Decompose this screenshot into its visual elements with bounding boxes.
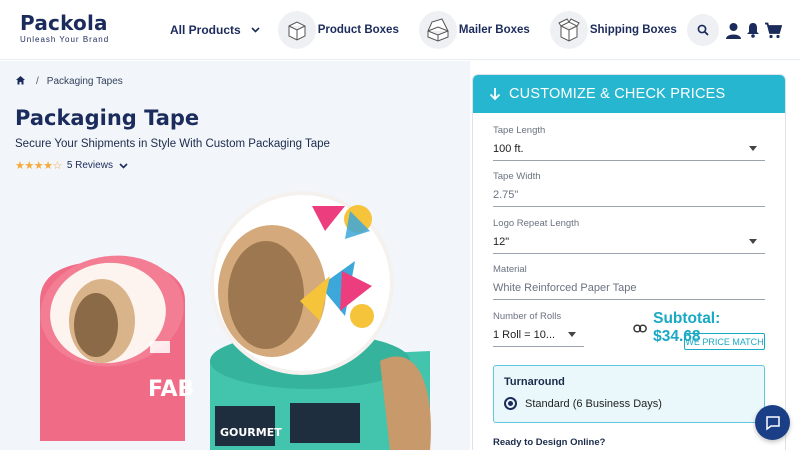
customizer-panel: CUSTOMIZE & CHECK PRICES Tape Length 100… — [472, 74, 786, 450]
shipping-box-icon — [549, 11, 588, 49]
chat-button[interactable] — [755, 405, 790, 440]
chevron-down-icon — [251, 27, 260, 33]
nav-item-product-boxes[interactable]: Product Boxes — [277, 11, 399, 49]
notification-bell-icon[interactable] — [746, 22, 760, 38]
field-value: 100 ft. — [493, 143, 524, 155]
customizer-title: CUSTOMIZE & CHECK PRICES — [509, 86, 726, 102]
tape-length-select[interactable]: Tape Length 100 ft. — [493, 125, 765, 161]
number-of-rolls-select[interactable]: Number of Rolls 1 Roll = 10... — [493, 311, 584, 347]
field-value: 12" — [493, 236, 510, 248]
logo-wordmark: Packola — [20, 11, 108, 35]
caret-down-icon — [749, 239, 757, 244]
field-label: Tape Length — [493, 125, 546, 136]
turnaround-option-standard[interactable]: Standard (6 Business Days) — [504, 397, 754, 410]
product-box-icon — [277, 11, 316, 49]
product-image: FAB GOURMET — [40, 191, 431, 450]
caret-down-icon — [568, 332, 576, 337]
home-icon[interactable] — [15, 75, 26, 88]
search-icon[interactable] — [687, 14, 719, 46]
account-icon[interactable] — [725, 22, 742, 39]
nav-label: Product Boxes — [317, 24, 399, 36]
all-products-menu[interactable]: All Products — [170, 23, 260, 37]
rating-stars: ★★★★☆ — [15, 160, 62, 172]
link-icon[interactable] — [633, 323, 647, 333]
nav-label: Shipping Boxes — [589, 24, 677, 36]
price-match-badge[interactable]: WE PRICE MATCH — [684, 333, 765, 350]
breadcrumb-separator: / — [36, 76, 39, 87]
product-overview: / Packaging Tapes Packaging Tape Secure … — [0, 61, 470, 450]
ready-to-design-label: Ready to Design Online? — [493, 437, 606, 448]
nav-item-mailer-boxes[interactable]: Mailer Boxes — [418, 11, 530, 49]
header-actions — [687, 14, 782, 46]
nav-item-shipping-boxes[interactable]: Shipping Boxes — [549, 11, 677, 49]
cart-icon[interactable] — [764, 22, 782, 39]
tape-width-field: Tape Width 2.75" — [493, 171, 765, 207]
radio-selected-icon[interactable] — [504, 397, 517, 410]
tape-brand-text-1: FAB — [148, 377, 194, 402]
field-label: Number of Rolls — [493, 311, 562, 322]
white-tape-roll — [210, 191, 394, 375]
tape-brand-text-2: GOURMET — [220, 426, 282, 439]
turnaround-title: Turnaround — [504, 376, 565, 388]
page-title: Packaging Tape — [15, 106, 200, 130]
packola-logo[interactable]: Packola Unleash Your Brand — [20, 13, 109, 44]
rating-summary[interactable]: ★★★★☆ 5 Reviews — [15, 159, 128, 172]
turnaround-box: Turnaround Standard (6 Business Days) — [493, 365, 765, 423]
nav-label: Mailer Boxes — [458, 24, 530, 36]
logo-repeat-length-select[interactable]: Logo Repeat Length 12" — [493, 218, 765, 254]
page-subtitle: Secure Your Shipments in Style With Cust… — [15, 138, 330, 150]
material-field: Material White Reinforced Paper Tape — [493, 264, 765, 300]
breadcrumb-current[interactable]: Packaging Tapes — [47, 76, 123, 87]
turnaround-option-label: Standard (6 Business Days) — [525, 397, 662, 410]
field-value: White Reinforced Paper Tape — [493, 282, 637, 294]
field-label: Logo Repeat Length — [493, 218, 580, 229]
field-label: Tape Width — [493, 171, 541, 182]
all-products-label: All Products — [170, 23, 241, 37]
arrow-down-icon — [489, 88, 501, 101]
field-value: 2.75" — [493, 189, 519, 201]
caret-down-icon — [749, 146, 757, 151]
chevron-down-icon — [119, 162, 128, 169]
mailer-box-icon — [418, 11, 457, 49]
breadcrumb: / Packaging Tapes — [15, 75, 123, 88]
site-header: Packola Unleash Your Brand All Products … — [0, 0, 800, 60]
main-nav: All Products Product Boxes Mailer Boxes … — [170, 10, 697, 50]
chat-icon — [765, 415, 780, 430]
logo-tagline: Unleash Your Brand — [20, 35, 110, 44]
reviews-count: 5 Reviews — [66, 160, 113, 171]
field-label: Material — [493, 264, 527, 275]
customizer-header[interactable]: CUSTOMIZE & CHECK PRICES — [473, 75, 785, 113]
pink-tape-roll: FAB — [40, 255, 194, 441]
